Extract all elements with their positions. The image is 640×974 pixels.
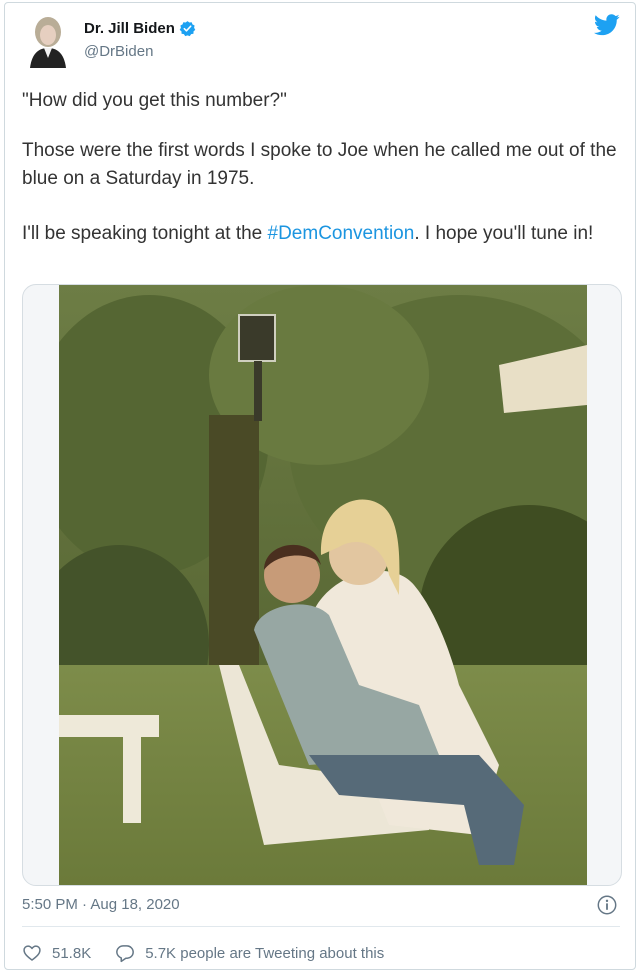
like-count: 51.8K bbox=[52, 944, 92, 962]
twitter-bird-icon[interactable] bbox=[594, 14, 620, 36]
tweet-photo[interactable] bbox=[59, 285, 587, 885]
tweeting-about-text: 5.7K people are Tweeting about this bbox=[145, 944, 385, 962]
verified-badge-icon bbox=[179, 21, 196, 37]
tweet-timestamp[interactable]: 5:50 PM · Aug 18, 2020 bbox=[22, 896, 180, 913]
name-row: Dr. Jill Biden bbox=[84, 20, 196, 37]
display-name[interactable]: Dr. Jill Biden bbox=[84, 20, 175, 37]
tweet-paragraph: "How did you get this number?" bbox=[22, 90, 287, 111]
tweet-paragraph: Those were the first words I spoke to Jo… bbox=[22, 140, 617, 189]
tweeting-about-link[interactable]: 5.7K people are Tweeting about this bbox=[115, 943, 384, 963]
hashtag-link[interactable]: #DemConvention bbox=[268, 223, 415, 244]
avatar[interactable] bbox=[26, 12, 70, 68]
tweet-paragraph: I'll be speaking tonight at the #DemConv… bbox=[22, 220, 593, 248]
like-button[interactable]: 51.8K bbox=[22, 943, 91, 963]
heart-icon bbox=[23, 945, 41, 961]
tweet-text-segment: I'll be speaking tonight at the bbox=[22, 223, 268, 244]
info-icon[interactable] bbox=[596, 894, 618, 916]
handle[interactable]: @DrBiden bbox=[84, 43, 153, 60]
speech-bubble-icon bbox=[116, 945, 135, 963]
tweet-media[interactable] bbox=[22, 284, 622, 886]
tweet-header: Dr. Jill Biden @DrBiden bbox=[22, 10, 622, 70]
tweet-actions: 51.8K 5.7K people are Tweeting about thi… bbox=[22, 942, 384, 964]
divider bbox=[22, 926, 620, 927]
tweet-text-segment: . I hope you'll tune in! bbox=[414, 223, 594, 244]
